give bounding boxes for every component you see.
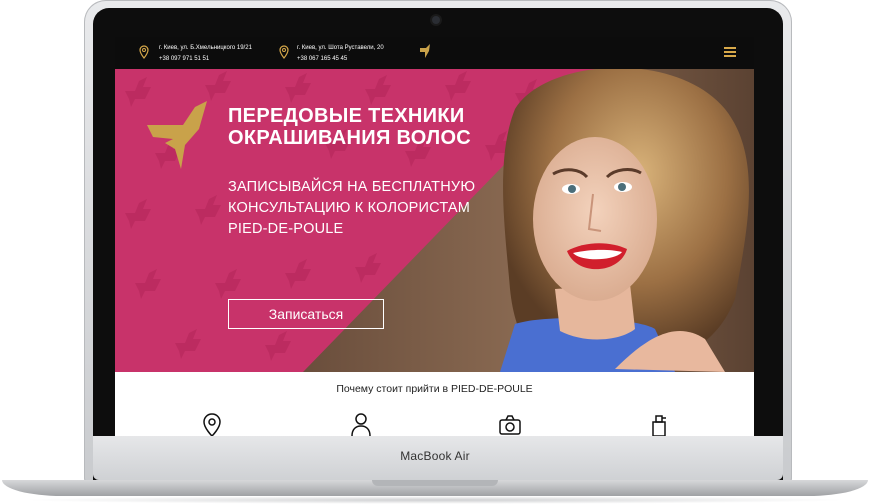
brand-logo-large-icon bbox=[147, 101, 207, 169]
camera-icon bbox=[432, 16, 440, 24]
hero-subtitle-line-2: КОНСУЛЬТАЦИЮ К КОЛОРИСТАМ bbox=[228, 200, 471, 216]
address-1: г. Киев, ул. Б.Хмельницкого 19/21 bbox=[159, 45, 252, 51]
address-block-2: г. Киев, ул. Шота Руставели, 20 +38 067 … bbox=[297, 43, 384, 65]
location-pin-icon bbox=[139, 45, 149, 59]
hero-subtitle: ЗАПИСЫВАЙСЯ НА БЕСПЛАТНУЮ КОНСУЛЬТАЦИЮ К… bbox=[228, 177, 498, 240]
why-section-title: Почему стоит прийти в PIED-DE-POULE bbox=[336, 383, 533, 395]
top-bar: г. Киев, ул. Б.Хмельницкого 19/21 +38 09… bbox=[115, 37, 754, 69]
phone-1[interactable]: +38 097 971 51 51 bbox=[159, 54, 252, 65]
spray-bottle-icon bbox=[652, 415, 666, 436]
laptop-screen: г. Киев, ул. Б.Хмельницкого 19/21 +38 09… bbox=[115, 37, 754, 436]
location-pin-icon bbox=[203, 413, 221, 436]
phone-2[interactable]: +38 067 165 45 45 bbox=[297, 54, 384, 65]
hero-title-line-1: Передовые техники bbox=[228, 105, 465, 127]
signup-button[interactable]: Записаться bbox=[228, 299, 384, 329]
laptop-brand-label: MacBook Air bbox=[400, 449, 470, 463]
camera-icon bbox=[499, 415, 521, 435]
laptop-notch bbox=[372, 480, 498, 486]
address-2: г. Киев, ул. Шота Руставели, 20 bbox=[297, 45, 384, 51]
hero-banner: Передовые техники окрашивания волос ЗАПИ… bbox=[115, 69, 754, 372]
person-icon bbox=[351, 413, 371, 436]
hero-subtitle-line-1: ЗАПИСЫВАЙСЯ НА БЕСПЛАТНУЮ bbox=[228, 179, 476, 195]
address-block-1: г. Киев, ул. Б.Хмельницкого 19/21 +38 09… bbox=[159, 43, 252, 65]
hero-title-line-2: окрашивания волос bbox=[228, 127, 472, 149]
hero-title: Передовые техники окрашивания волос bbox=[228, 105, 528, 149]
laptop-shadow bbox=[20, 496, 850, 504]
location-pin-icon bbox=[279, 45, 289, 59]
why-section: Почему стоит прийти в PIED-DE-POULE bbox=[115, 372, 754, 436]
brand-logo-icon[interactable] bbox=[417, 43, 433, 59]
hamburger-menu-icon[interactable] bbox=[724, 47, 736, 57]
hero-subtitle-line-3: PIED-DE-POULE bbox=[228, 221, 344, 237]
